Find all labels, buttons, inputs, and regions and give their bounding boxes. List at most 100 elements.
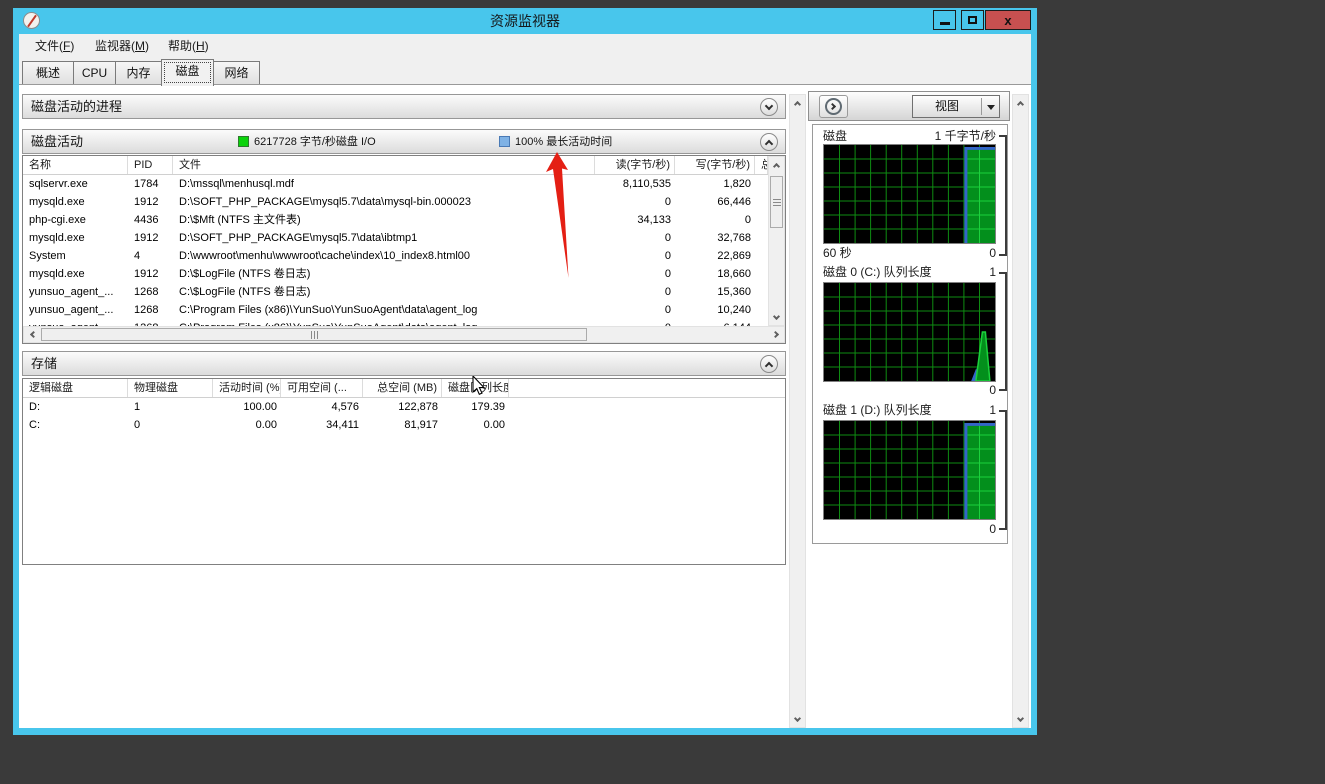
chart-max-label: 1 [989,402,996,418]
tab-disk[interactable]: 磁盘 [161,59,214,86]
scroll-down-button[interactable] [790,712,805,727]
table-header-row[interactable]: 逻辑磁盘物理磁盘活动时间 (%)可用空间 (...总空间 (MB)磁盘队列长度 [23,379,785,398]
table-row[interactable]: mysqld.exe1912D:\SOFT_PHP_PACKAGE\mysql5… [23,193,768,211]
storage-table: 逻辑磁盘物理磁盘活动时间 (%)可用空间 (...总空间 (MB)磁盘队列长度 … [22,378,786,565]
scale-bracket [999,410,1007,530]
table-row[interactable]: mysqld.exe1912D:\$LogFile (NTFS 卷日志)018,… [23,265,768,283]
table-body: sqlservr.exe1784D:\mssql\menhusql.mdf8,1… [23,175,768,326]
table-row[interactable]: D:1100.004,576122,878179.39 [23,398,785,416]
chart-max-label: 1 [989,264,996,280]
section-header-disk-activity[interactable]: 磁盘活动 6217728 字节/秒磁盘 I/O 100% 最长活动时间 [22,129,786,154]
section-title: 存储 [31,352,57,377]
scale-bracket [999,135,1007,256]
table-row[interactable]: C:00.0034,41181,9170.00 [23,416,785,434]
table-horizontal-scrollbar[interactable] [23,326,785,343]
scroll-down-button[interactable] [769,310,784,325]
tab-memory[interactable]: 内存 [115,61,162,85]
table-row[interactable]: yunsuo_agent_...1268C:\Program Files (x8… [23,301,768,319]
chart-title: 磁盘 0 (C:) 队列长度 [823,264,932,280]
cell-pid: 4 [128,247,173,265]
titlebar[interactable]: 资源监视器 x [13,8,1037,34]
cell-file: C:\$LogFile (NTFS 卷日志) [173,283,595,301]
column-header[interactable]: 活动时间 (%) [213,379,281,397]
cell-name: yunsuo_agent_... [23,283,128,301]
cell-free: 34,411 [281,416,363,434]
cell-pid: 1912 [128,265,173,283]
scroll-up-button[interactable] [1013,95,1028,110]
chevron-up-icon [1017,100,1024,107]
table-vertical-scrollbar[interactable] [768,156,785,326]
column-header[interactable]: 总空间 (MB) [363,379,442,397]
chevron-up-icon [765,140,773,148]
grip-icon [773,199,781,206]
scrollbar-thumb[interactable] [41,328,587,341]
expand-section-button[interactable] [760,98,778,116]
column-header[interactable]: 物理磁盘 [128,379,213,397]
right-pane-scrollbar[interactable] [1012,94,1029,728]
close-icon: x [1004,14,1011,27]
resource-monitor-window: 资源监视器 x 文件(F)监视器(M)帮助(H) 概述CPU内存磁盘网络 磁盘活… [13,8,1037,735]
column-header[interactable]: 逻辑磁盘 [23,379,128,397]
chevron-up-icon [773,162,780,169]
table-row[interactable]: php-cgi.exe4436D:\$Mft (NTFS 主文件表)34,133… [23,211,768,229]
cell-read: 0 [595,283,675,301]
maximize-button[interactable] [961,10,984,30]
collapse-section-button[interactable] [760,133,778,151]
scroll-right-button[interactable] [769,327,784,342]
column-header[interactable]: 名称 [23,156,128,174]
section-header-disk-processes[interactable]: 磁盘活动的进程 [22,94,786,119]
collapse-graphs-button[interactable] [819,95,848,118]
column-header[interactable]: 总 [755,156,768,174]
column-header[interactable]: 文件 [173,156,595,174]
cell-pid: 1784 [128,175,173,193]
column-header[interactable]: 可用空间 (... [281,379,363,397]
view-dropdown-button[interactable]: 视图 [912,95,1000,118]
graphs-box: 磁盘 1 千字节/秒60 秒 0磁盘 0 (C:) 队列长度 1 0磁盘 1 (… [812,124,1008,544]
section-header-storage[interactable]: 存储 [22,351,786,376]
menu-item-m[interactable]: 监视器(M) [89,34,155,58]
cell-pid: 1912 [128,193,173,211]
table-row[interactable]: System4D:\wwwroot\menhu\wwwroot\cache\in… [23,247,768,265]
menu-item-h[interactable]: 帮助(H) [162,34,215,58]
scale-bracket [999,272,1007,391]
column-header[interactable]: 磁盘队列长度 [442,379,509,397]
legend-active-time: 100% 最长活动时间 [499,135,719,149]
column-header[interactable]: 写(字节/秒) [675,156,755,174]
scroll-up-button[interactable] [790,95,805,110]
table-row[interactable]: yunsuo_agent_...1268C:\Program Files (x8… [23,319,768,326]
table-header-row[interactable]: 名称PID文件读(字节/秒)写(字节/秒)总 [23,156,768,175]
chevron-down-icon [773,313,780,320]
cell-total: 122,878 [363,398,442,416]
chevron-up-icon [765,362,773,370]
cell-file: D:\$LogFile (NTFS 卷日志) [173,265,595,283]
disk-activity-table: 名称PID文件读(字节/秒)写(字节/秒)总 sqlservr.exe1784D… [22,155,786,344]
scroll-down-button[interactable] [1013,712,1028,727]
minimize-icon [940,22,950,25]
minimize-button[interactable] [933,10,956,30]
tab-strip: 概述CPU内存磁盘网络 [19,58,1031,84]
scrollbar-thumb[interactable] [770,176,783,228]
table-row[interactable]: sqlservr.exe1784D:\mssql\menhusql.mdf8,1… [23,175,768,193]
cell-pid: 1912 [128,229,173,247]
column-header[interactable]: PID [128,156,173,174]
menu-item-f[interactable]: 文件(F) [29,34,80,58]
cell-filler [509,398,785,416]
scroll-left-button[interactable] [24,327,39,342]
chart-label-row: 60 秒 0 [823,245,996,260]
desktop: 资源监视器 x 文件(F)监视器(M)帮助(H) 概述CPU内存磁盘网络 磁盘活… [0,0,1325,784]
scroll-up-button[interactable] [769,157,784,172]
tab-overview[interactable]: 概述 [22,61,74,85]
cell-file: D:\mssql\menhusql.mdf [173,175,595,193]
table-row[interactable]: mysqld.exe1912D:\SOFT_PHP_PACKAGE\mysql5… [23,229,768,247]
left-pane-scrollbar[interactable] [789,94,806,728]
section-title: 磁盘活动的进程 [31,95,122,120]
close-button[interactable]: x [985,10,1031,30]
tab-network[interactable]: 网络 [213,61,260,85]
chevron-up-icon [794,100,801,107]
cell-write: 32,768 [675,229,755,247]
collapse-section-button[interactable] [760,355,778,373]
table-row[interactable]: yunsuo_agent_...1268C:\$LogFile (NTFS 卷日… [23,283,768,301]
cell-pid: 1268 [128,283,173,301]
column-header[interactable]: 读(字节/秒) [595,156,675,174]
tab-cpu[interactable]: CPU [73,61,116,85]
